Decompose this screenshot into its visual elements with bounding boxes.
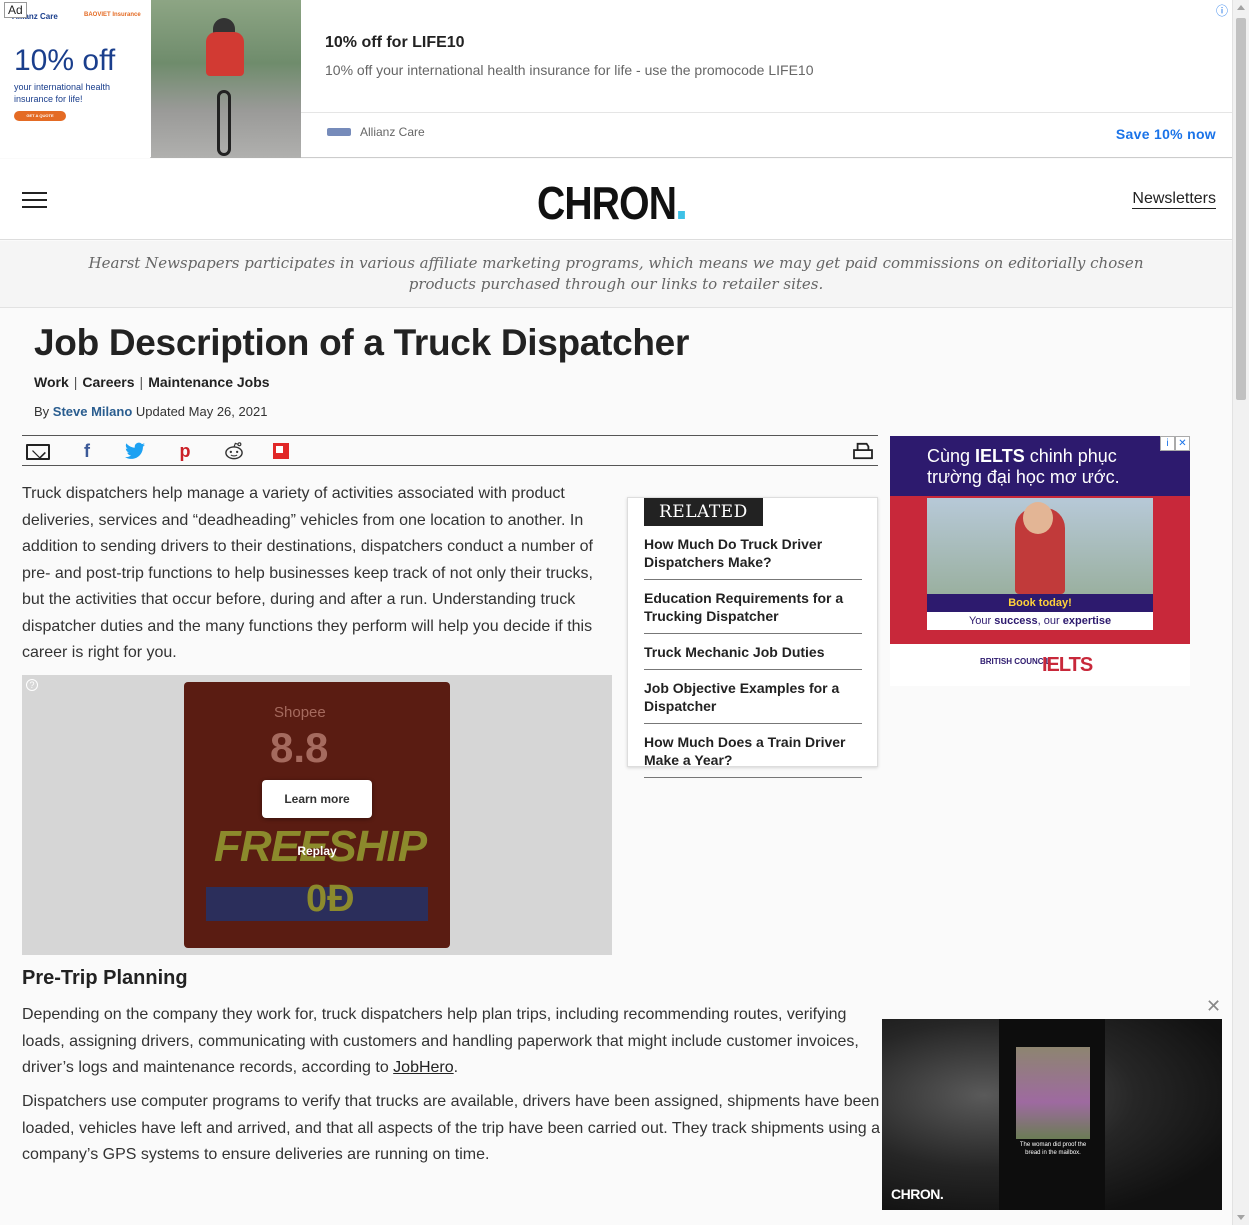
video-caption: The woman did proof the bread in the mai… <box>1019 1142 1087 1156</box>
ad-brand-baoviet: BAOVIET Insurance <box>84 12 141 18</box>
twitter-icon[interactable] <box>124 442 146 460</box>
scrollbar[interactable] <box>1232 0 1249 1225</box>
ad-subtitle: your international health insurance for … <box>14 82 111 104</box>
video-thumbnail <box>1016 1047 1090 1139</box>
ielts-logo: IELTS <box>1042 654 1093 676</box>
related-box: RELATED How Much Do Truck Driver Dispatc… <box>627 497 878 778</box>
ad-divider <box>301 112 1232 113</box>
tagline-a: Your <box>968 615 995 627</box>
logo-dot-icon <box>677 211 685 219</box>
flipboard-icon[interactable] <box>273 443 289 459</box>
site-header: CHRON Newsletters <box>0 159 1232 240</box>
ad-save-button[interactable]: Save 10% now <box>1116 126 1216 142</box>
reddit-icon[interactable] <box>223 442 245 460</box>
ad-label: Ad <box>4 2 27 18</box>
breadcrumb: Work | Careers | Maintenance Jobs <box>34 374 270 390</box>
section-heading: Pre-Trip Planning <box>22 967 188 989</box>
email-icon[interactable] <box>26 444 50 460</box>
ad-cta-button[interactable]: GET A QUOTE <box>14 111 66 121</box>
updated-date: Updated May 26, 2021 <box>135 404 268 419</box>
shopee-brand: Shopee <box>274 704 326 721</box>
allianz-logo-icon <box>327 128 351 136</box>
logo-text: CHRON <box>537 177 677 229</box>
menu-icon[interactable] <box>22 192 47 208</box>
related-link[interactable]: Education Requirements for a Trucking Di… <box>644 588 862 634</box>
facebook-icon[interactable]: f <box>76 442 98 460</box>
ad-close-icon[interactable]: ✕ <box>1175 436 1190 451</box>
article-intro: Truck dispatchers help manage a variety … <box>22 485 593 661</box>
learn-more-button[interactable]: Learn more <box>262 780 372 818</box>
ad-info-icon[interactable]: ⓘ <box>1216 2 1228 19</box>
ielts-line1-b: chinh phục <box>1024 446 1117 466</box>
jobhero-link[interactable]: JobHero <box>393 1059 453 1076</box>
tagline-d: expertise <box>1062 615 1112 627</box>
article-paragraph: Dispatchers use computer programs to ver… <box>22 1093 880 1163</box>
print-icon[interactable] <box>852 442 874 460</box>
ielts-line1-bold: IELTS <box>975 446 1025 466</box>
ielts-ad-footer: BRITISH COUNCIL IELTS <box>890 644 1190 686</box>
ad-description: 10% off your international health insura… <box>325 62 814 78</box>
newsletters-link[interactable]: Newsletters <box>1132 190 1216 209</box>
tagline-c: , our <box>1037 615 1063 627</box>
sticky-video-player[interactable]: The woman did proof the bread in the mai… <box>882 1019 1222 1210</box>
pinterest-icon[interactable]: p <box>174 442 196 460</box>
paragraph-end: . <box>453 1059 459 1076</box>
scroll-up-icon[interactable] <box>1237 5 1245 10</box>
replay-button[interactable]: Replay <box>184 844 450 858</box>
ad-offer: 10% off <box>14 44 116 77</box>
ielts-side-ad[interactable]: Cùng IELTS chinh phục trường đại học mơ … <box>890 436 1190 686</box>
close-video-icon[interactable]: ✕ <box>1206 996 1221 1017</box>
british-council-logo: BRITISH COUNCIL <box>980 657 1051 666</box>
ielts-ad-headline: Cùng IELTS chinh phục trường đại học mơ … <box>890 436 1190 496</box>
article-paragraph: Depending on the company they work for, … <box>22 1002 882 1082</box>
ielts-line2: trường đại học mơ ước. <box>927 467 1120 487</box>
byline-prefix: By <box>34 404 50 419</box>
byline: By Steve Milano Updated May 26, 2021 <box>34 404 267 419</box>
ielts-student-face <box>1023 502 1053 534</box>
ad-title[interactable]: 10% off for LIFE10 <box>325 34 465 52</box>
related-link[interactable]: Truck Mechanic Job Duties <box>644 642 862 670</box>
article-title: Job Description of a Truck Dispatcher <box>34 322 690 363</box>
category-maintenance-jobs[interactable]: Maintenance Jobs <box>148 374 269 390</box>
ad-advertiser: Allianz Care <box>360 125 425 139</box>
category-work[interactable]: Work <box>34 374 69 390</box>
ielts-line1-a: Cùng <box>927 446 976 466</box>
top-ad-banner[interactable]: Ad Allianz Care BAOVIET Insurance 10% of… <box>0 0 1232 158</box>
shopee-0d: 0Đ <box>306 878 355 920</box>
scrollbar-thumb[interactable] <box>1236 18 1246 400</box>
author-link[interactable]: Steve Milano <box>53 404 132 419</box>
ad-cyclist-image <box>151 0 301 158</box>
related-heading: RELATED <box>644 498 763 526</box>
video-ad[interactable]: ? Shopee 8.8 FREESHIP 0Đ Learn more Repl… <box>22 675 612 955</box>
tagline-b: success <box>994 615 1038 627</box>
ad-info-icon[interactable]: i <box>1160 436 1175 451</box>
related-link[interactable]: How Much Does a Train Driver Make a Year… <box>644 732 862 778</box>
shopee-8-8: 8.8 <box>270 724 329 771</box>
affiliate-disclaimer: Hearst Newspapers participates in variou… <box>0 241 1232 308</box>
chron-logo[interactable]: CHRON <box>537 176 685 230</box>
ad-controls: i ✕ <box>1160 436 1190 451</box>
scroll-down-icon[interactable] <box>1237 1215 1245 1220</box>
shopee-ad-creative[interactable]: Shopee 8.8 FREESHIP 0Đ Learn more Replay <box>184 682 450 948</box>
book-today-button[interactable]: Book today! <box>927 594 1153 612</box>
related-link[interactable]: How Much Do Truck Driver Dispatchers Mak… <box>644 534 862 580</box>
share-bar: f p <box>22 435 878 466</box>
related-list: How Much Do Truck Driver Dispatchers Mak… <box>644 534 862 786</box>
category-careers[interactable]: Careers <box>82 374 134 390</box>
ad-help-icon[interactable]: ? <box>26 679 38 691</box>
video-logo: CHRON. <box>891 1186 944 1202</box>
ielts-tagline: Your success, our expertise <box>927 612 1153 630</box>
related-link[interactable]: Job Objective Examples for a Dispatcher <box>644 678 862 724</box>
ad-creative[interactable]: Allianz Care BAOVIET Insurance 10% off y… <box>0 0 150 158</box>
